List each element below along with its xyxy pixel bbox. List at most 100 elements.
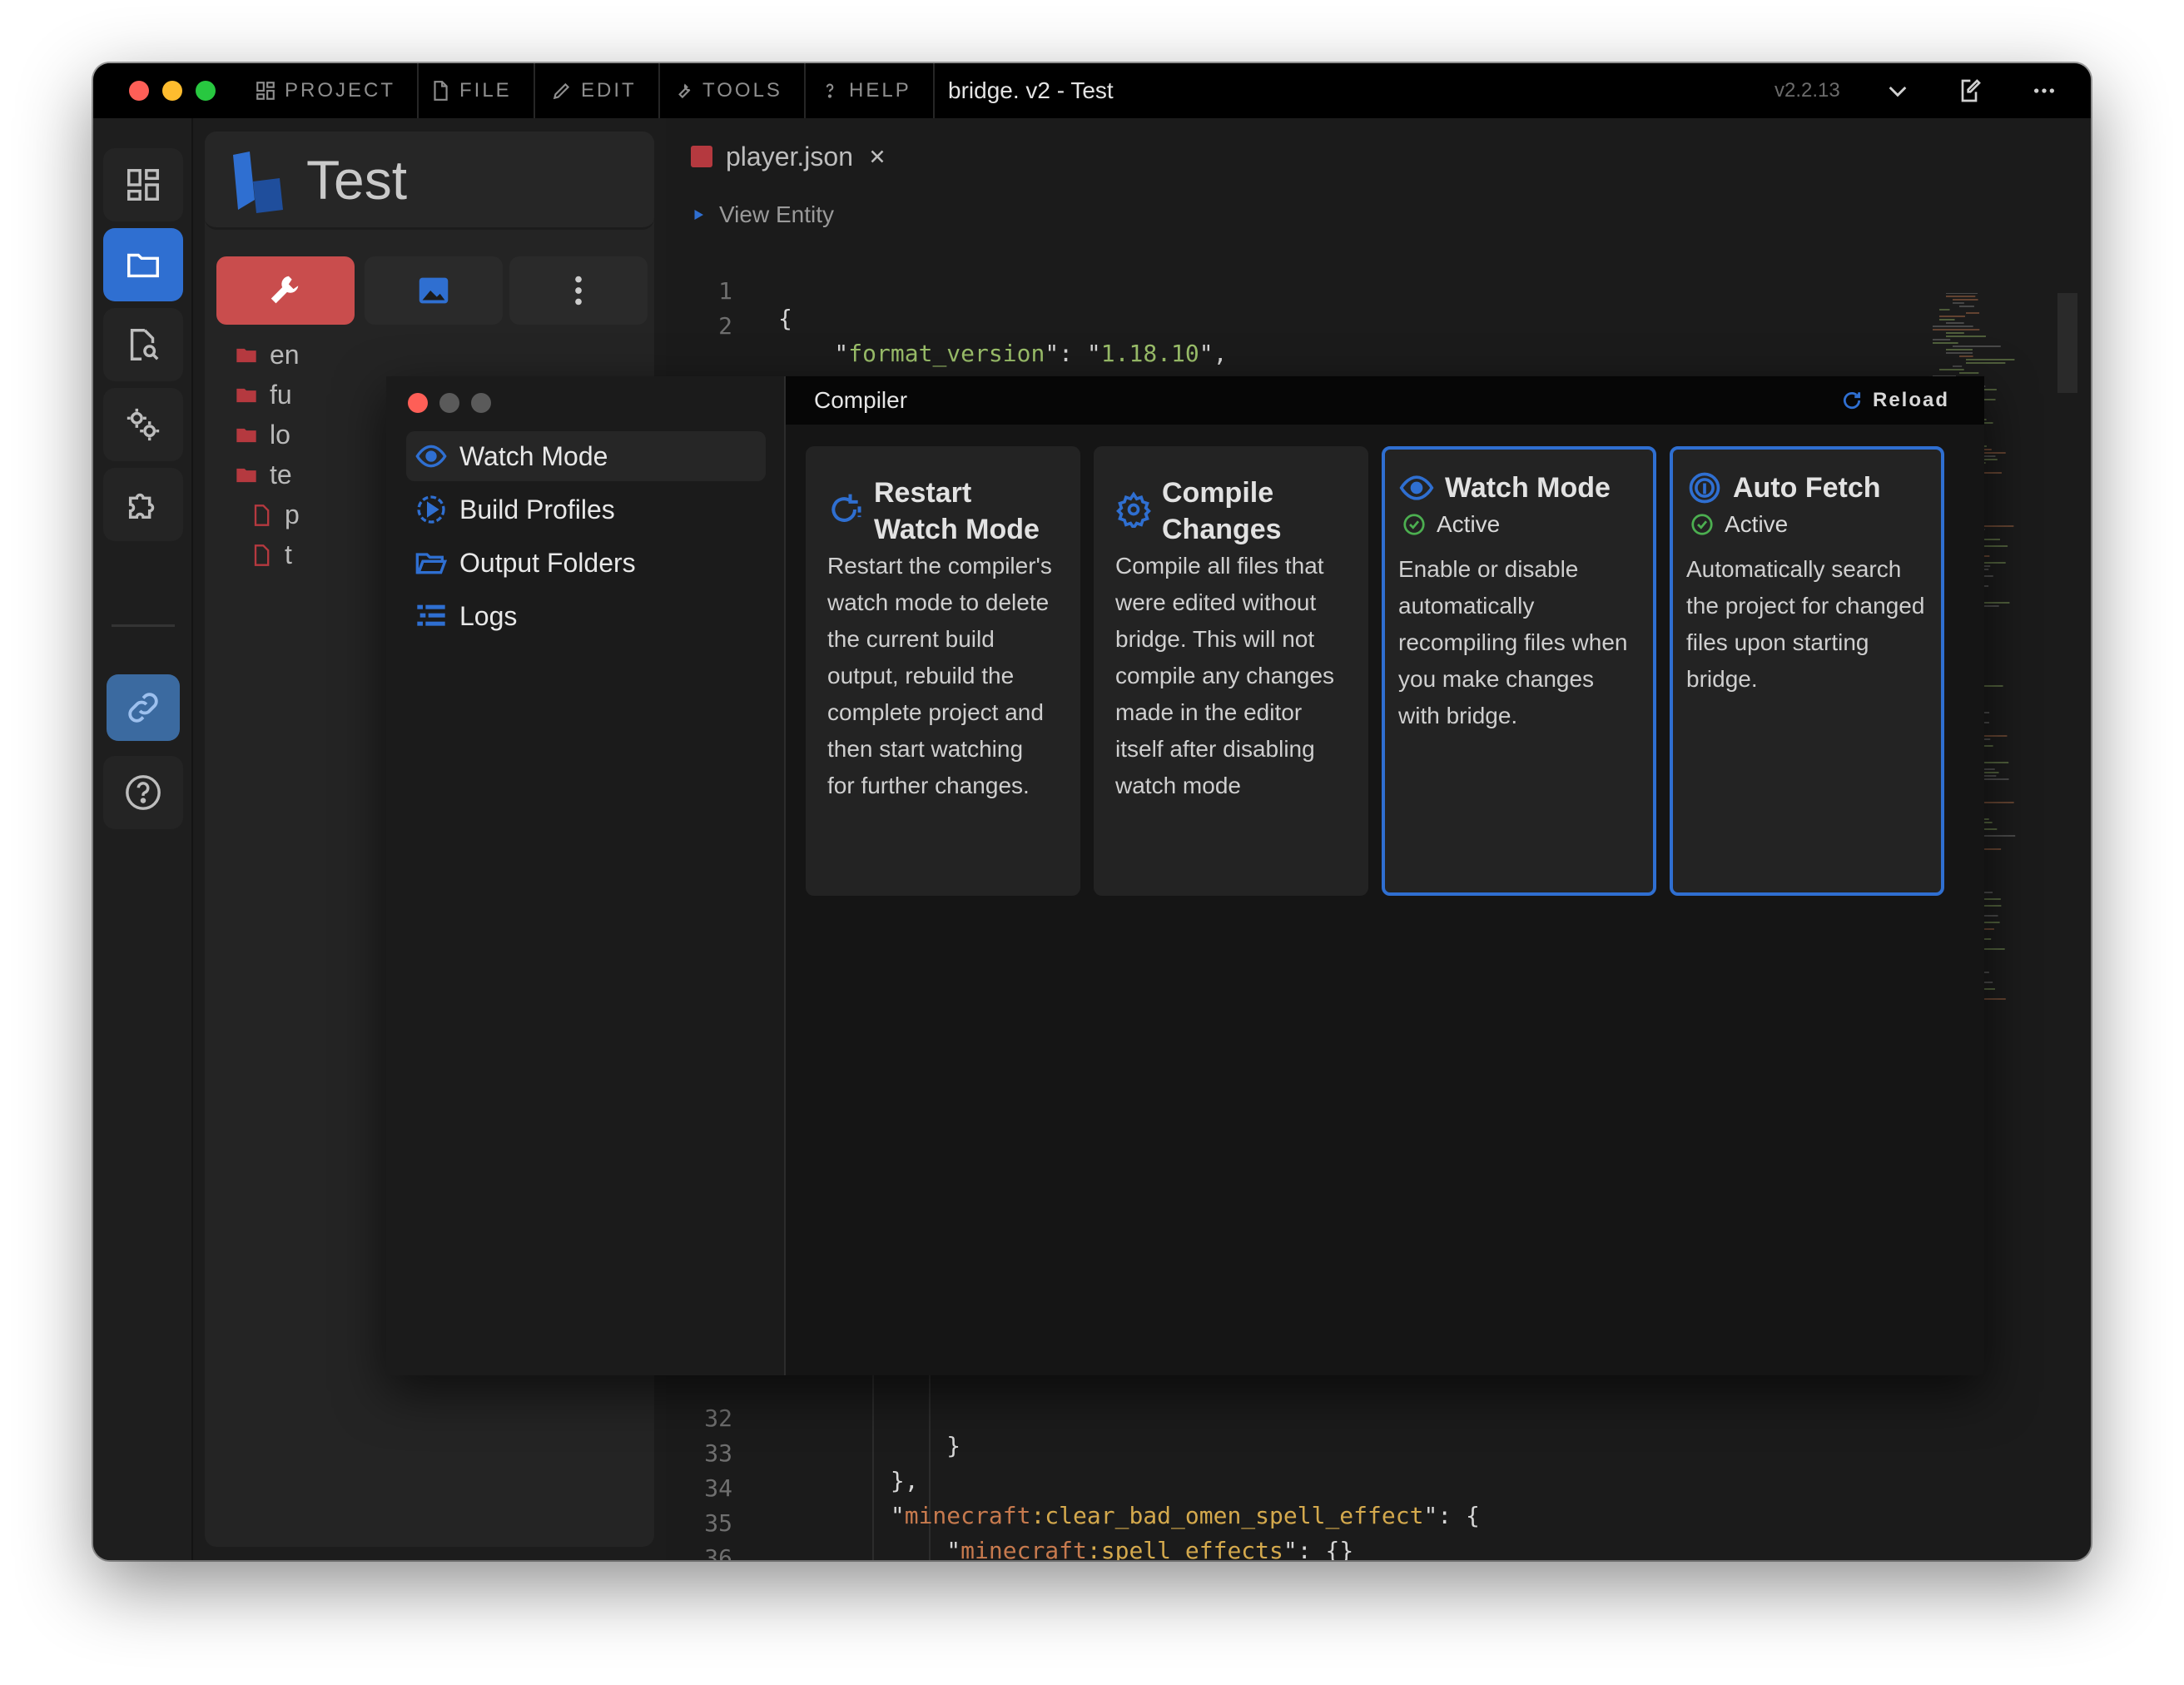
nav-logs[interactable]: Logs	[406, 591, 766, 641]
more-vertical-icon	[559, 271, 598, 310]
title-bar: PROJECT FILE EDIT TOOLS HELP bridge. v2 …	[93, 63, 2091, 118]
folder-open-icon	[414, 546, 448, 579]
eye-icon	[414, 440, 448, 473]
card-title: Compile Changes	[1162, 477, 1282, 545]
tree-item-folder[interactable]: te	[235, 460, 292, 490]
tree-item-label: te	[270, 460, 292, 490]
status-badge: Active	[1690, 511, 1928, 538]
line-code-format-version: "format_version": "1.18.10",	[778, 340, 1228, 367]
folder-icon	[124, 246, 162, 284]
folder-icon	[235, 344, 258, 367]
dashboard-icon	[124, 166, 162, 204]
triangle-right-icon	[691, 207, 706, 222]
code-line[interactable]: 2 "format_version": "1.18.10",	[666, 285, 1227, 367]
wrench-icon	[266, 271, 305, 310]
status-label: Active	[1437, 511, 1501, 537]
json-file-icon	[691, 146, 712, 167]
close-window-button[interactable]	[129, 81, 149, 101]
line-code: },	[778, 1467, 919, 1494]
view-entity-toggle[interactable]: View Entity	[691, 201, 834, 228]
card-description: Compile all files that were edited witho…	[1115, 553, 1335, 798]
code-line[interactable]: 34 "minecraft:clear_bad_omen_spell_effec…	[666, 1447, 1480, 1529]
connect-button[interactable]	[107, 674, 180, 741]
more-horizontal-icon[interactable]	[2031, 77, 2057, 104]
list-icon	[414, 599, 448, 633]
compile-changes-card[interactable]: Compile Changes Compile all files that w…	[1094, 446, 1368, 896]
wrench-icon	[673, 80, 694, 102]
compiler-header: Compiler Reload	[786, 376, 1984, 425]
gear-icon	[1115, 475, 1152, 528]
image-view-button[interactable]	[365, 256, 503, 325]
tree-item-label: t	[285, 539, 292, 569]
code-line[interactable]: 36 },	[666, 1517, 750, 1560]
card-title: Restart Watch Mode	[874, 477, 1040, 545]
code-line[interactable]: 35 "minecraft:spell_effects": {}	[666, 1482, 1353, 1560]
cogs-icon	[124, 405, 162, 444]
code-line[interactable]: 37 "minecraft:raid_trigger": {	[666, 1552, 750, 1560]
tree-item-file[interactable]: p	[250, 500, 300, 530]
compiler-title: Compiler	[814, 387, 908, 413]
tree-item-folder[interactable]: fu	[235, 380, 292, 410]
chevron-down-icon[interactable]	[1884, 77, 1911, 104]
reload-button[interactable]: Reload	[1841, 389, 1949, 412]
link-icon	[124, 688, 162, 727]
nav-label: Watch Mode	[459, 440, 608, 471]
fingerprint-icon	[1686, 470, 1723, 506]
nav-label: Build Profiles	[459, 494, 615, 524]
menu-tools[interactable]: TOOLS	[651, 63, 806, 118]
line-code-clear-bad-omen: "minecraft:clear_bad_omen_spell_effect":…	[778, 1502, 1480, 1529]
menu-tools-label: TOOLS	[702, 79, 782, 102]
maximize-window-button[interactable]	[196, 81, 216, 101]
eye-icon	[1398, 470, 1435, 506]
file-explorer-button[interactable]	[103, 228, 183, 301]
restart-watch-mode-card[interactable]: Restart Watch Mode Restart the compiler'…	[806, 446, 1080, 896]
nav-build-profiles[interactable]: Build Profiles	[406, 485, 766, 534]
watch-mode-card[interactable]: Watch Mode Active Enable or disable auto…	[1382, 446, 1656, 896]
project-header[interactable]: Test	[205, 132, 654, 230]
file-search-button[interactable]	[103, 308, 183, 381]
menu-file-label: FILE	[459, 79, 512, 102]
dashboard-button[interactable]	[103, 148, 183, 221]
code-line[interactable]: 32 }	[666, 1377, 960, 1459]
menu-edit[interactable]: EDIT	[529, 63, 660, 118]
settings-button[interactable]	[103, 388, 183, 461]
activity-bar	[93, 118, 193, 1560]
tree-item-folder[interactable]: en	[235, 340, 300, 370]
help-button[interactable]	[103, 756, 183, 829]
menu-help[interactable]: HELP	[797, 63, 935, 118]
indent-guide	[872, 1367, 874, 1560]
code-line[interactable]: 33 },	[666, 1412, 918, 1494]
tree-item-file[interactable]: t	[250, 539, 292, 570]
activity-divider	[112, 624, 175, 627]
packexplorer-tools-button[interactable]	[216, 256, 355, 325]
extensions-button[interactable]	[103, 468, 183, 541]
menu-edit-label: EDIT	[581, 79, 637, 102]
pencil-icon	[551, 80, 573, 102]
file-icon	[250, 504, 273, 527]
line-number: 2	[718, 312, 732, 340]
file-edit-icon[interactable]	[1956, 77, 1983, 104]
status-badge: Active	[1402, 511, 1640, 538]
maximize-compiler-button[interactable]	[471, 393, 491, 413]
more-vertical-button[interactable]	[509, 256, 648, 325]
card-description: Enable or disable automatically recompil…	[1398, 556, 1628, 728]
tree-item-label: p	[285, 500, 300, 529]
nav-output-folders[interactable]: Output Folders	[406, 538, 766, 588]
help-circle-icon	[124, 773, 162, 812]
editor-tab[interactable]: player.json	[691, 132, 888, 181]
minimize-window-button[interactable]	[162, 81, 182, 101]
tree-item-folder[interactable]: lo	[235, 420, 290, 450]
close-compiler-button[interactable]	[408, 393, 428, 413]
code-line[interactable]: 1 {	[666, 250, 792, 332]
nav-watch-mode[interactable]: Watch Mode	[406, 431, 766, 481]
restart-icon	[827, 475, 864, 528]
status-label: Active	[1725, 511, 1789, 537]
refresh-icon	[1841, 390, 1863, 411]
auto-fetch-card[interactable]: Auto Fetch Active Automatically search t…	[1670, 446, 1944, 896]
menu-project[interactable]: PROJECT	[233, 63, 419, 118]
question-icon	[819, 80, 841, 102]
editor-scrollbar[interactable]	[2057, 293, 2077, 393]
menu-file[interactable]: FILE	[408, 63, 535, 118]
minimize-compiler-button[interactable]	[439, 393, 459, 413]
close-icon[interactable]	[866, 146, 888, 167]
